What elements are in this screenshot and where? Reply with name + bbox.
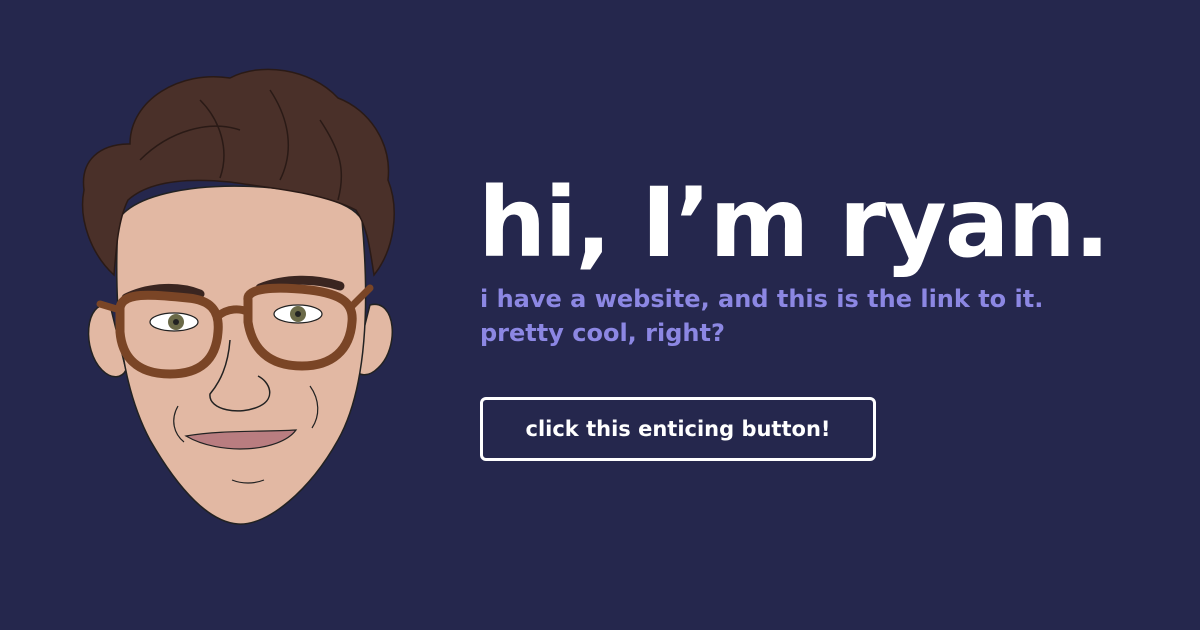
tagline-line-2: pretty cool, right?: [480, 319, 725, 347]
hero-title: hi, I’m ryan.: [478, 167, 1110, 279]
tagline: i have a website, and this is the link t…: [480, 282, 1180, 350]
cartoon-face-icon: [81, 68, 395, 525]
portrait-illustration: [70, 60, 410, 530]
cta-button[interactable]: click this enticing button!: [480, 397, 876, 461]
tagline-line-1: i have a website, and this is the link t…: [480, 285, 1044, 313]
